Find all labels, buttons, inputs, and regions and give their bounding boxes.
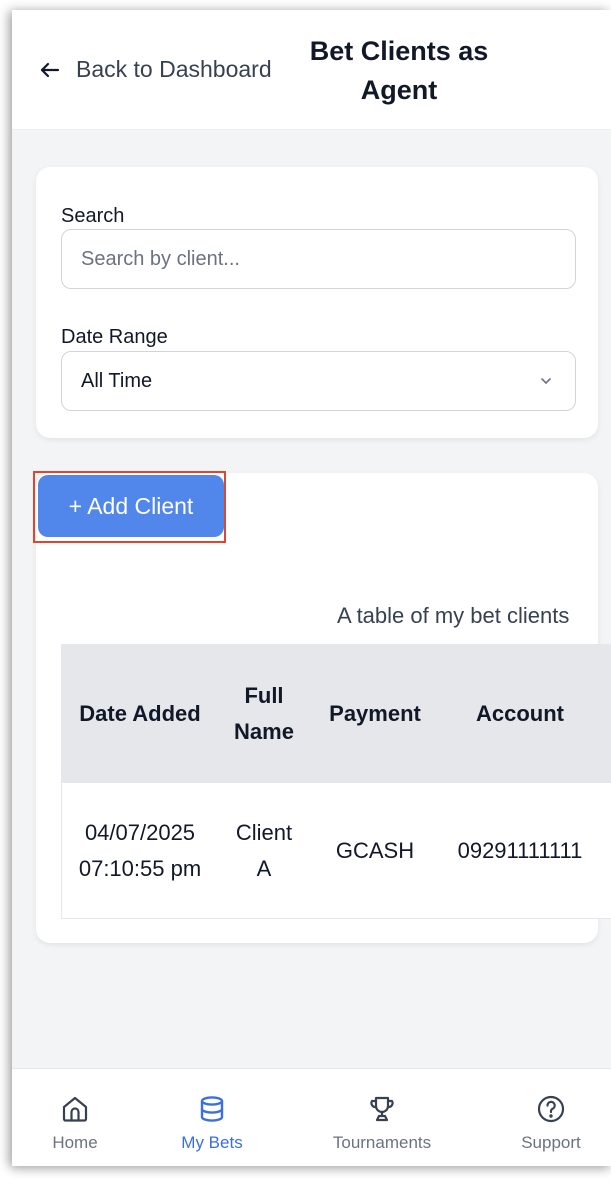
chevron-down-icon — [541, 378, 551, 384]
nav-item-support[interactable]: Support — [476, 1069, 611, 1166]
nav-item-my-bets[interactable]: My Bets — [137, 1069, 287, 1166]
table-caption: A table of my bet clients — [337, 603, 570, 628]
cell-account: 09291111111 — [457, 838, 583, 863]
nav-label-tournaments: Tournaments — [332, 1133, 432, 1152]
nav-item-home[interactable]: Home — [12, 1069, 150, 1166]
app-screen: Back to Dashboard Bet Clients as Agent S… — [12, 10, 611, 1166]
nav-item-tournaments[interactable]: Tournaments — [307, 1069, 457, 1166]
back-to-dashboard-link[interactable]: Back to Dashboard — [38, 56, 272, 83]
bottom-nav: Home My Bets Tournaments Support — [12, 1068, 611, 1166]
help-circle-icon — [537, 1095, 565, 1123]
cell-full-name: Client A — [235, 820, 293, 881]
search-label: Search — [61, 205, 125, 227]
date-range-value: All Time — [81, 369, 153, 392]
column-header-payment[interactable]: Payment — [310, 645, 440, 783]
database-icon — [200, 1096, 224, 1122]
filters-card: Search Date Range All Time — [36, 167, 598, 438]
column-header-date-added[interactable]: Date Added — [62, 645, 218, 783]
date-range-select[interactable]: All Time — [61, 351, 576, 411]
cell-payment: GCASH — [335, 838, 415, 863]
nav-label-my-bets: My Bets — [181, 1133, 243, 1152]
arrow-left-icon — [40, 62, 60, 77]
clients-table: Date Added Full Name Payment Account 04/… — [61, 644, 611, 919]
search-input[interactable] — [61, 229, 576, 289]
back-link-label: Back to Dashboard — [76, 56, 272, 82]
nav-label-home: Home — [52, 1133, 98, 1152]
date-range-label: Date Range — [61, 326, 168, 348]
trophy-icon — [370, 1096, 394, 1122]
cell-date-added: 04/07/2025 07:10:55 pm — [78, 820, 202, 881]
column-header-full-name[interactable]: Full Name — [218, 645, 310, 783]
nav-label-support: Support — [521, 1133, 581, 1152]
add-client-button[interactable]: + Add Client — [38, 475, 224, 537]
home-icon — [62, 1096, 88, 1122]
column-header-account[interactable]: Account — [440, 645, 600, 783]
page-title: Bet Clients as Agent — [309, 36, 489, 105]
top-header: Back to Dashboard Bet Clients as Agent — [12, 10, 611, 130]
